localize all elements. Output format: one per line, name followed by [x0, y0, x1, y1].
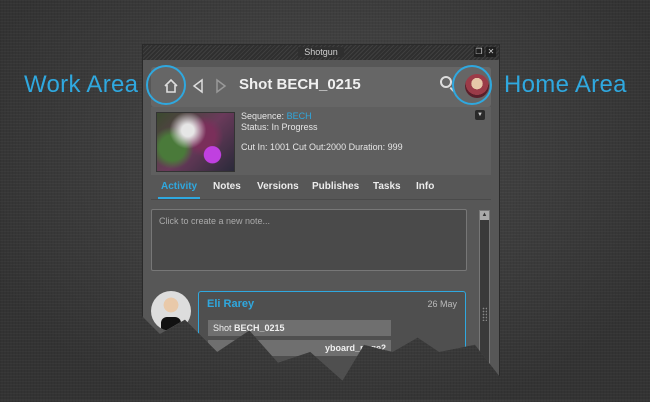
home-area-callout: Home Area — [504, 71, 627, 98]
details-dropdown-button[interactable]: ▼ — [475, 110, 485, 120]
window-title: Shotgun — [298, 47, 344, 57]
activity-scrollbar[interactable]: ▲ — [479, 210, 490, 381]
cut-info: Cut In: 1001 Cut Out:2000 Duration: 999 — [241, 142, 403, 152]
active-tab-indicator — [158, 197, 200, 199]
note-shot-link[interactable]: Shot BECH_0215 — [208, 320, 391, 336]
tab-publishes[interactable]: Publishes — [312, 181, 359, 192]
scroll-grip-icon[interactable] — [482, 307, 487, 321]
status-text: Status: In Progress — [241, 122, 318, 132]
forward-arrow-icon[interactable] — [214, 78, 228, 94]
tab-info[interactable]: Info — [416, 181, 434, 192]
note-date: 26 May — [427, 299, 457, 309]
note-author[interactable]: Eli Rarey — [207, 298, 254, 310]
tab-notes[interactable]: Notes — [213, 181, 241, 192]
work-area-highlight-ring — [146, 65, 186, 105]
note-attachment-name: yboard_page2 — [324, 343, 386, 353]
tab-versions[interactable]: Versions — [257, 181, 299, 192]
back-arrow-icon[interactable] — [191, 78, 205, 94]
tab-tasks[interactable]: Tasks — [373, 181, 401, 192]
sequence-label: Sequence: — [241, 111, 285, 121]
note-shot-prefix: Shot — [213, 323, 232, 333]
context-header: Shot BECH_0215 — [151, 67, 491, 107]
note-shot-name: BECH_0215 — [234, 323, 285, 333]
sequence-link[interactable]: BECH — [287, 111, 312, 121]
restore-window-button[interactable]: ❐ — [474, 47, 484, 57]
note-card[interactable]: Eli Rarey 26 May Shot BECH_0215 yboard_p… — [198, 291, 466, 381]
author-avatar[interactable] — [151, 291, 191, 331]
home-area-highlight-ring — [452, 65, 492, 105]
search-icon[interactable] — [440, 76, 452, 88]
new-note-input[interactable]: Click to create a new note... — [151, 209, 467, 271]
tab-activity[interactable]: Activity — [161, 181, 197, 192]
entity-details: Sequence: BECH Status: In Progress — [241, 111, 318, 133]
window-titlebar[interactable]: Shotgun ❐ ✕ — [143, 45, 499, 60]
entity-info-card: Sequence: BECH Status: In Progress Cut I… — [151, 107, 491, 175]
note-body: inate thi — [374, 364, 406, 374]
work-area-callout: Work Area — [24, 71, 139, 98]
close-window-button[interactable]: ✕ — [486, 47, 496, 57]
scroll-up-arrow-icon[interactable]: ▲ — [480, 211, 489, 220]
tab-bar: Activity Notes Versions Publishes Tasks … — [151, 177, 491, 200]
shotgun-panel: Shotgun ❐ ✕ Shot BECH_0215 Sequence: BEC… — [142, 44, 500, 381]
shot-title: Shot BECH_0215 — [239, 76, 361, 93]
shot-thumbnail[interactable] — [156, 112, 235, 172]
note-attachment-link[interactable]: yboard_page2 — [208, 340, 391, 356]
